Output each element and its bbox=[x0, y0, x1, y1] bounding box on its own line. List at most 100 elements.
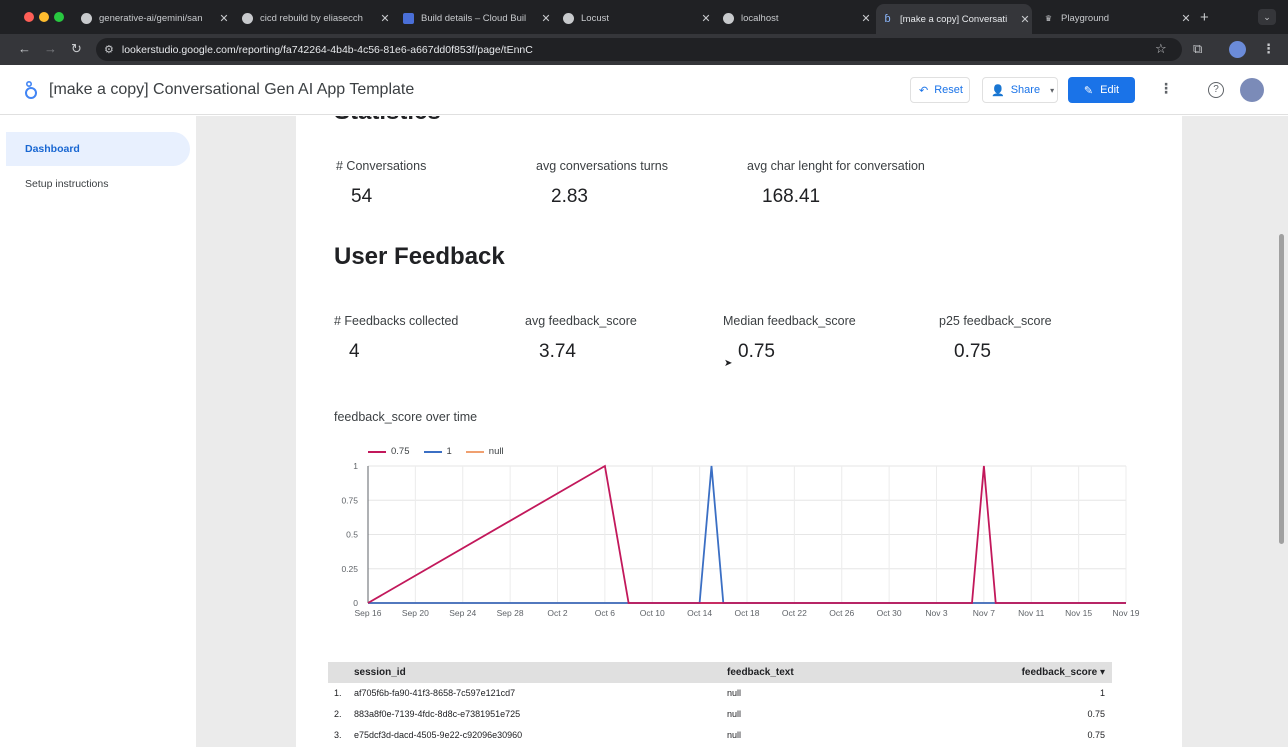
cell-feedback-text: null bbox=[727, 730, 742, 740]
x-tick-label: Nov 7 bbox=[973, 608, 995, 618]
back-icon[interactable]: ← bbox=[18, 41, 31, 56]
x-tick-label: Oct 14 bbox=[687, 608, 712, 618]
y-tick-label: 1 bbox=[353, 461, 358, 471]
kpi-label-p25-feedback-score: p25 feedback_score bbox=[939, 314, 1052, 328]
account-avatar[interactable] bbox=[1240, 78, 1264, 102]
x-tick-label: Sep 20 bbox=[402, 608, 429, 618]
tab-title: Build details – Cloud Buil bbox=[421, 12, 527, 24]
browser-menu-icon[interactable]: ⋮ bbox=[1262, 41, 1275, 57]
bookmark-star-icon[interactable]: ☆ bbox=[1155, 41, 1167, 57]
extensions-icon[interactable]: ⧉ bbox=[1193, 41, 1202, 57]
table-row[interactable]: 1. af705f6b-fa90-41f3-8658-7c597e121cd7 … bbox=[328, 683, 1112, 704]
y-tick-label: 0.5 bbox=[346, 530, 358, 540]
share-label: Share bbox=[1010, 84, 1041, 96]
x-tick-label: Oct 6 bbox=[595, 608, 616, 618]
browser-tab[interactable]: Locust ✕ bbox=[557, 6, 713, 30]
report-header: [make a copy] Conversational Gen AI App … bbox=[0, 65, 1288, 115]
share-button[interactable]: 👤 Share ▾ bbox=[982, 77, 1058, 103]
browser-tab[interactable]: ♛ Playground ✕ bbox=[1037, 6, 1193, 30]
browser-tab[interactable]: generative-ai/gemini/san ✕ bbox=[75, 6, 231, 30]
kpi-value-conversations: 54 bbox=[351, 186, 373, 207]
scrollbar-thumb[interactable] bbox=[1279, 234, 1284, 544]
kpi-label-conversations: # Conversations bbox=[336, 159, 427, 173]
row-index: 1. bbox=[334, 688, 342, 698]
looker-studio-icon: ɓ bbox=[884, 13, 891, 25]
share-dropdown-icon[interactable]: ▾ bbox=[1050, 86, 1054, 95]
y-tick-label: 0.25 bbox=[341, 564, 358, 574]
table-row[interactable]: 3. e75dcf3d-dacd-4505-9e22-c92096e30960 … bbox=[328, 725, 1112, 746]
close-tab-icon[interactable]: ✕ bbox=[859, 12, 873, 25]
x-tick-label: Nov 19 bbox=[1113, 608, 1140, 618]
nav-item-label: Dashboard bbox=[25, 143, 80, 155]
canvas-scrollbar[interactable] bbox=[1276, 116, 1288, 747]
close-tab-icon[interactable]: ✕ bbox=[1179, 12, 1193, 25]
x-tick-label: Oct 18 bbox=[734, 608, 759, 618]
browser-profile-icon[interactable] bbox=[1229, 41, 1246, 58]
close-window-button[interactable] bbox=[24, 12, 34, 22]
feedback-score-chart[interactable]: 0 0.25 0.5 0.75 1 Sep 16 Sep 20 Sep 24 Sep 28 Oct… bbox=[326, 456, 1146, 626]
x-tick-label: Oct 2 bbox=[547, 608, 568, 618]
cell-feedback-score: 0.75 bbox=[1087, 709, 1105, 719]
close-tab-icon[interactable]: ✕ bbox=[699, 12, 713, 25]
site-settings-icon[interactable]: ⚙ bbox=[104, 43, 114, 56]
x-tick-label: Nov 11 bbox=[1018, 608, 1045, 618]
user-feedback-heading: User Feedback bbox=[334, 243, 505, 270]
legend-swatch bbox=[368, 450, 386, 453]
address-bar[interactable]: ⚙ lookerstudio.google.com/reporting/fa74… bbox=[96, 38, 1182, 61]
kpi-value-p25-feedback-score: 0.75 bbox=[954, 341, 991, 362]
legend-swatch bbox=[423, 450, 442, 453]
column-header-feedback-score[interactable]: feedback_score ▾ bbox=[988, 662, 1105, 683]
close-tab-icon[interactable]: ✕ bbox=[1018, 13, 1032, 26]
browser-tab[interactable]: Build details – Cloud Buil ✕ bbox=[397, 6, 553, 30]
x-tick-label: Sep 16 bbox=[355, 608, 382, 618]
close-tab-icon[interactable]: ✕ bbox=[217, 12, 231, 25]
x-tick-label: Nov 15 bbox=[1065, 608, 1092, 618]
report-title[interactable]: [make a copy] Conversational Gen AI App … bbox=[49, 81, 414, 99]
cell-feedback-text: null bbox=[727, 709, 742, 719]
looker-studio-logo[interactable] bbox=[24, 80, 38, 100]
table-row[interactable]: 2. 883a8f0e-7139-4fdc-8d8c-e7381951e725 … bbox=[328, 704, 1112, 725]
maximize-window-button[interactable] bbox=[54, 12, 64, 22]
help-icon[interactable]: ? bbox=[1208, 82, 1224, 98]
nav-item-setup-instructions[interactable]: Setup instructions bbox=[6, 167, 190, 201]
more-options-icon[interactable]: ⋮ bbox=[1159, 80, 1173, 97]
new-tab-button[interactable]: + bbox=[1200, 9, 1209, 26]
chart-title: feedback_score over time bbox=[334, 410, 478, 424]
cell-feedback-score: 0.75 bbox=[1087, 730, 1105, 740]
reset-button[interactable]: ↶ Reset bbox=[910, 77, 970, 103]
tab-title: [make a copy] Conversati bbox=[900, 13, 1008, 25]
browser-tab[interactable]: cicd rebuild by eliasecch ✕ bbox=[236, 6, 392, 30]
kpi-value-avg-feedback-score: 3.74 bbox=[539, 341, 576, 362]
close-tab-icon[interactable]: ✕ bbox=[378, 12, 392, 25]
tab-title: Playground bbox=[1061, 12, 1110, 24]
feedback-table: session_id feedback_text feedback_score … bbox=[328, 662, 1112, 746]
x-tick-label: Nov 3 bbox=[925, 608, 947, 618]
kpi-label-feedbacks-collected: # Feedbacks collected bbox=[334, 314, 459, 328]
column-header-feedback-text[interactable]: feedback_text bbox=[727, 662, 794, 683]
close-tab-icon[interactable]: ✕ bbox=[539, 12, 553, 25]
cloud-build-icon bbox=[403, 12, 414, 24]
kpi-value-median-feedback-score: 0.75 bbox=[738, 341, 775, 362]
browser-tab[interactable]: localhost ✕ bbox=[717, 6, 873, 30]
globe-icon bbox=[723, 12, 734, 24]
page-navigation: Dashboard Setup instructions bbox=[0, 116, 196, 747]
edit-button[interactable]: ✎ Edit bbox=[1068, 77, 1135, 103]
browser-tab-active[interactable]: ɓ [make a copy] Conversati ✕ bbox=[876, 4, 1032, 34]
legend-swatch bbox=[465, 450, 484, 453]
minimize-window-button[interactable] bbox=[39, 12, 49, 22]
x-tick-label: Oct 10 bbox=[640, 608, 665, 618]
playground-icon: ♛ bbox=[1044, 13, 1053, 23]
reload-icon[interactable]: ↻ bbox=[71, 41, 82, 57]
kpi-label-avg-turns: avg conversations turns bbox=[536, 159, 669, 173]
x-tick-label: Oct 26 bbox=[829, 608, 854, 618]
forward-icon[interactable]: → bbox=[44, 41, 57, 56]
cell-session-id: e75dcf3d-dacd-4505-9e22-c92096e30960 bbox=[354, 730, 523, 740]
tab-title: cicd rebuild by eliasecch bbox=[260, 12, 363, 24]
column-header-session-id[interactable]: session_id bbox=[354, 662, 406, 683]
tab-search-button[interactable]: ⌄ bbox=[1258, 9, 1276, 25]
report-canvas: Statistics # Conversations 54 avg conver… bbox=[196, 116, 1276, 747]
y-tick-label: 0 bbox=[353, 598, 358, 608]
nav-item-dashboard[interactable]: Dashboard bbox=[6, 132, 190, 166]
x-tick-label: Oct 30 bbox=[877, 608, 902, 618]
x-tick-label: Sep 28 bbox=[497, 608, 524, 618]
